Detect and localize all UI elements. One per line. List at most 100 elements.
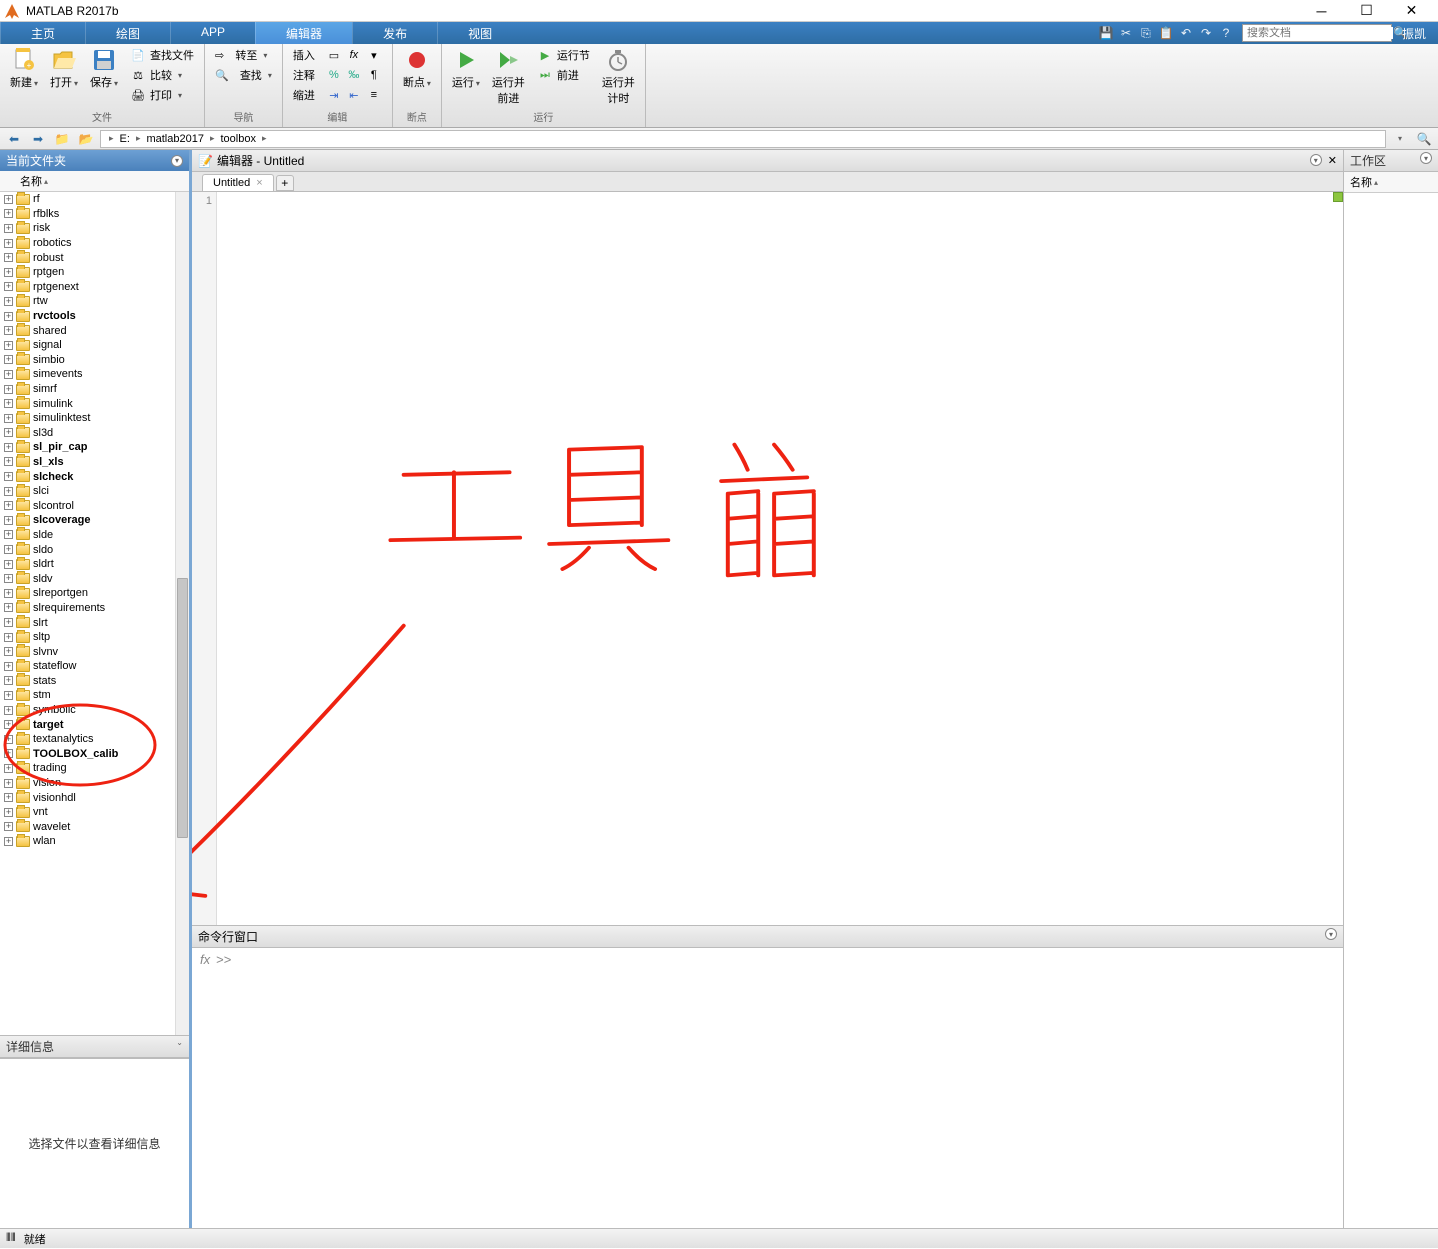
- command-window-header[interactable]: 命令行窗口 ▾: [192, 926, 1343, 948]
- expand-icon[interactable]: +: [4, 662, 13, 671]
- current-folder-header[interactable]: 当前文件夹 ▾: [0, 150, 189, 171]
- find-files-button[interactable]: 📄查找文件: [126, 46, 198, 64]
- tree-item[interactable]: +rfblks: [0, 207, 189, 222]
- qat-undo-icon[interactable]: ↶: [1178, 25, 1194, 41]
- expand-icon[interactable]: +: [4, 691, 13, 700]
- editor-body[interactable]: 1: [192, 192, 1343, 925]
- user-name-label[interactable]: 振凯: [1394, 25, 1434, 42]
- path-history-button[interactable]: ▾: [1390, 130, 1410, 148]
- folder-tree[interactable]: +rf+rfblks+risk+robotics+robust+rptgen+r…: [0, 192, 189, 1036]
- expand-icon[interactable]: +: [4, 603, 13, 612]
- expand-icon[interactable]: +: [4, 472, 13, 481]
- expand-icon[interactable]: +: [4, 676, 13, 685]
- tree-item[interactable]: +simrf: [0, 382, 189, 397]
- tree-item[interactable]: +slde: [0, 528, 189, 543]
- tree-scroll-thumb[interactable]: [177, 578, 188, 838]
- tree-item[interactable]: +sldo: [0, 542, 189, 557]
- expand-icon[interactable]: +: [4, 545, 13, 554]
- tree-item[interactable]: +risk: [0, 221, 189, 236]
- expand-icon[interactable]: +: [4, 487, 13, 496]
- path-search-button[interactable]: 🔍: [1414, 130, 1434, 148]
- tree-item[interactable]: +wlan: [0, 834, 189, 849]
- tab-publish[interactable]: 发布: [352, 22, 437, 44]
- open-button[interactable]: 打开: [46, 46, 82, 92]
- expand-icon[interactable]: +: [4, 268, 13, 277]
- outdent-icon[interactable]: ⇤: [346, 87, 362, 103]
- search-docs[interactable]: 🔍: [1242, 24, 1392, 42]
- run-button[interactable]: 运行: [448, 46, 484, 92]
- qat-help-icon[interactable]: ?: [1218, 25, 1234, 41]
- expand-icon[interactable]: +: [4, 837, 13, 846]
- tree-item[interactable]: +sl_pir_cap: [0, 440, 189, 455]
- tree-item[interactable]: +slrequirements: [0, 601, 189, 616]
- tab-editor[interactable]: 编辑器: [255, 22, 352, 44]
- path-seg-drive[interactable]: E:: [118, 133, 132, 145]
- tree-item[interactable]: +simulinktest: [0, 411, 189, 426]
- expand-icon[interactable]: +: [4, 312, 13, 321]
- expand-icon[interactable]: +: [4, 370, 13, 379]
- tree-item[interactable]: +TOOLBOX_calib: [0, 747, 189, 762]
- maximize-button[interactable]: ☐: [1344, 1, 1389, 21]
- expand-icon[interactable]: +: [4, 224, 13, 233]
- nav-up2-button[interactable]: 📂: [76, 130, 96, 148]
- tree-item[interactable]: +slcheck: [0, 469, 189, 484]
- tree-item[interactable]: +sldv: [0, 571, 189, 586]
- expand-icon[interactable]: +: [4, 793, 13, 802]
- tree-item[interactable]: +slcoverage: [0, 513, 189, 528]
- tree-item[interactable]: +shared: [0, 323, 189, 338]
- expand-icon[interactable]: +: [4, 355, 13, 364]
- expand-icon[interactable]: +: [4, 808, 13, 817]
- expand-icon[interactable]: +: [4, 443, 13, 452]
- tree-item[interactable]: +slcontrol: [0, 498, 189, 513]
- expand-icon[interactable]: +: [4, 516, 13, 525]
- fx-prompt-icon[interactable]: fx: [200, 952, 210, 967]
- tree-item[interactable]: +target: [0, 717, 189, 732]
- tree-item[interactable]: +sl3d: [0, 426, 189, 441]
- folder-column-header[interactable]: 名称▴: [0, 171, 189, 192]
- tree-item[interactable]: +symbolic: [0, 703, 189, 718]
- insert-fx-icon[interactable]: fx: [346, 47, 362, 63]
- nav-up-button[interactable]: 📁: [52, 130, 72, 148]
- tree-item[interactable]: +rf: [0, 192, 189, 207]
- tree-item[interactable]: +rptgenext: [0, 280, 189, 295]
- details-header[interactable]: 详细信息 ⌄: [0, 1036, 189, 1058]
- expand-icon[interactable]: +: [4, 647, 13, 656]
- expand-icon[interactable]: +: [4, 341, 13, 350]
- tree-item[interactable]: +vnt: [0, 805, 189, 820]
- qat-copy-icon[interactable]: ⎘: [1138, 25, 1154, 41]
- expand-icon[interactable]: +: [4, 779, 13, 788]
- expand-icon[interactable]: +: [4, 282, 13, 291]
- workspace-header[interactable]: 工作区 ▾: [1344, 150, 1438, 172]
- expand-icon[interactable]: +: [4, 457, 13, 466]
- run-section-button[interactable]: ▶运行节: [533, 46, 594, 64]
- expand-icon[interactable]: +: [4, 618, 13, 627]
- indent-icon[interactable]: ⇥: [326, 87, 342, 103]
- comment-button[interactable]: 注释 %‰¶: [289, 66, 386, 84]
- path-seg-1[interactable]: matlab2017: [144, 133, 206, 145]
- tree-item[interactable]: +wavelet: [0, 820, 189, 835]
- qat-cut-icon[interactable]: ✂: [1118, 25, 1134, 41]
- uncomment-icon[interactable]: ‰: [346, 67, 362, 83]
- command-window-body[interactable]: fx >>: [192, 948, 1343, 1228]
- expand-icon[interactable]: +: [4, 501, 13, 510]
- expand-icon[interactable]: +: [4, 195, 13, 204]
- expand-icon[interactable]: +: [4, 414, 13, 423]
- expand-icon[interactable]: +: [4, 706, 13, 715]
- comment-pct-icon[interactable]: %: [326, 67, 342, 83]
- workspace-column-header[interactable]: 名称▴: [1344, 172, 1438, 193]
- tree-item[interactable]: +simbio: [0, 353, 189, 368]
- workspace-menu-icon[interactable]: ▾: [1420, 152, 1432, 164]
- nav-back-button[interactable]: ⬅: [4, 130, 24, 148]
- tree-item[interactable]: +simevents: [0, 367, 189, 382]
- tree-item[interactable]: +slreportgen: [0, 586, 189, 601]
- insert-dd-icon[interactable]: ▾: [366, 47, 382, 63]
- find-button[interactable]: 🔍 查找: [211, 66, 276, 84]
- tree-item[interactable]: +simulink: [0, 396, 189, 411]
- code-area[interactable]: [217, 192, 1343, 925]
- nav-fwd-button[interactable]: ➡: [28, 130, 48, 148]
- qat-save-icon[interactable]: 💾: [1098, 25, 1114, 41]
- tree-item[interactable]: +rvctools: [0, 309, 189, 324]
- insert-button[interactable]: 插入 ▭fx▾: [289, 46, 386, 64]
- run-advance-button[interactable]: 运行并 前进: [488, 46, 529, 108]
- compare-button[interactable]: ⚖比较: [126, 66, 198, 84]
